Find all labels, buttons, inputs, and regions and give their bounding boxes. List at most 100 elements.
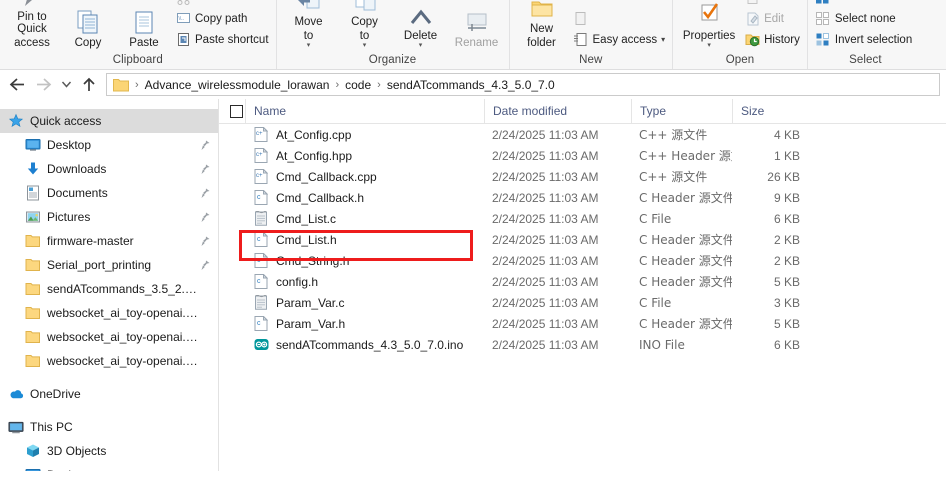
file-size-cell: 9 KB [773, 190, 800, 205]
chevron-down-icon[interactable]: ▾ [661, 35, 665, 44]
file-name-cell[interactable]: c+ At_Config.hpp [245, 148, 484, 164]
breadcrumb-root-folder[interactable] [111, 78, 131, 92]
sidebar-item-label: Pictures [47, 210, 91, 224]
table-row[interactable]: sendATcommands_4.3_5.0_7.0.ino 2/24/2025… [219, 334, 946, 355]
folder-icon [25, 233, 41, 249]
table-row[interactable]: c+ Cmd_Callback.cpp 2/24/2025 11:03 AM C… [219, 166, 946, 187]
sidebar-item-label: websocket_ai_toy-openai.ino [47, 354, 198, 368]
breadcrumb[interactable]: › Advance_wirelessmodule_lorawan › code … [106, 73, 940, 96]
chevron-down-icon[interactable]: ▾ [707, 42, 711, 49]
paste-shortcut-label: Paste shortcut [195, 33, 269, 46]
file-name-cell[interactable]: c Cmd_String.h [245, 253, 484, 269]
file-size-cell: 3 KB [773, 295, 800, 310]
table-row[interactable]: Param_Var.c 2/24/2025 11:03 AM C File 3 … [219, 292, 946, 313]
sidebar-item-websocket-ai-toy-openai-1[interactable]: websocket_ai_toy-openai.ino [0, 301, 218, 325]
select-all-checkbox[interactable] [219, 99, 245, 124]
table-row[interactable]: c+ At_Config.hpp 2/24/2025 11:03 AM C++ … [219, 145, 946, 166]
cut-button[interactable] [172, 0, 272, 8]
table-row[interactable]: c Cmd_List.h 2/24/2025 11:03 AM C Header… [219, 229, 946, 250]
open-with-button[interactable] [741, 0, 803, 8]
pin-to-quick-access-button[interactable]: Pin to Quick access [4, 0, 60, 50]
breadcrumb-sendatcommands[interactable]: sendATcommands_4.3_5.0_7.0 [385, 78, 557, 92]
invert-selection-button[interactable]: Invert selection [812, 29, 915, 50]
breadcrumb-code[interactable]: code [343, 78, 373, 92]
file-size-cell: 6 KB [773, 337, 800, 352]
column-header-type[interactable]: Type [631, 99, 732, 124]
copy-button[interactable]: Copy [60, 10, 116, 51]
select-none-label: Select none [834, 12, 896, 25]
table-row[interactable]: c+ At_Config.cpp 2/24/2025 11:03 AM C++ … [219, 124, 946, 145]
sidebar-item-downloads[interactable]: Downloads [0, 157, 218, 181]
file-name-cell[interactable]: Cmd_List.c [245, 211, 484, 227]
sidebar-item-websocket-ai-toy-openai-2[interactable]: websocket_ai_toy-openai.ino [0, 325, 218, 349]
sidebar-item-pictures[interactable]: Pictures [0, 205, 218, 229]
file-size-cell: 6 KB [773, 211, 800, 226]
file-name-cell[interactable]: c+ Cmd_Callback.cpp [245, 169, 484, 185]
up-button[interactable] [76, 73, 102, 97]
new-item-button[interactable] [570, 8, 669, 29]
table-row[interactable]: c Param_Var.h 2/24/2025 11:03 AM C Heade… [219, 313, 946, 334]
select-none-icon [815, 11, 831, 27]
forward-button[interactable] [30, 73, 56, 97]
select-all-button[interactable] [812, 0, 915, 8]
table-row[interactable]: Cmd_List.c 2/24/2025 11:03 AM C File 6 K… [219, 208, 946, 229]
sidebar-item-quick-access[interactable]: Quick access [0, 109, 218, 133]
file-date-cell: 2/24/2025 11:03 AM [492, 253, 599, 268]
column-header-label: Date modified [493, 104, 568, 118]
file-name-cell[interactable]: c Param_Var.h [245, 316, 484, 332]
table-row[interactable]: c Cmd_String.h 2/24/2025 11:03 AM C Head… [219, 250, 946, 271]
chevron-down-icon[interactable]: ▾ [363, 42, 367, 49]
file-name-cell[interactable]: Param_Var.c [245, 295, 484, 311]
column-header-size[interactable]: Size [732, 99, 822, 124]
paste-shortcut-button[interactable]: Paste shortcut [172, 29, 272, 50]
rename-button[interactable]: Rename [449, 10, 505, 51]
file-name-cell[interactable]: c config.h [245, 274, 484, 290]
file-name-cell[interactable]: c Cmd_Callback.h [245, 190, 484, 206]
pictures-icon [25, 209, 41, 225]
sidebar-item-websocket-ai-toy-openai-3[interactable]: websocket_ai_toy-openai.ino [0, 349, 218, 373]
file-name-label: Cmd_List.h [276, 232, 337, 247]
breadcrumb-advance-wirelessmodule-lorawan[interactable]: Advance_wirelessmodule_lorawan [143, 78, 332, 92]
sidebar-item-onedrive[interactable]: OneDrive [0, 382, 218, 406]
table-row[interactable]: c Cmd_Callback.h 2/24/2025 11:03 AM C He… [219, 187, 946, 208]
column-header-date-modified[interactable]: Date modified [484, 99, 631, 124]
sidebar-item-3d-objects[interactable]: 3D Objects [0, 439, 218, 463]
file-name-label: Cmd_List.c [276, 211, 337, 226]
column-header-name[interactable]: Name [245, 99, 484, 124]
edit-button[interactable]: Edit [741, 8, 803, 29]
downloads-icon [25, 161, 41, 177]
sidebar-item-firmware-master[interactable]: firmware-master [0, 229, 218, 253]
sidebar-item-label: Documents [47, 186, 108, 200]
table-row[interactable]: c config.h 2/24/2025 11:03 AM C Header 源… [219, 271, 946, 292]
copy-path-button[interactable]: \\.. Copy path [172, 8, 272, 29]
sidebar-item-serial-port-printing[interactable]: Serial_port_printing [0, 253, 218, 277]
sidebar-item-sendatcommands-3-5-2-8-2-4[interactable]: sendATcommands_3.5_2.8_2.4 [0, 277, 218, 301]
new-folder-button[interactable]: New folder [514, 0, 570, 50]
delete-icon [408, 3, 434, 29]
delete-button[interactable]: Delete ▾ [393, 3, 449, 51]
easy-access-button[interactable]: Easy access ▾ [570, 29, 669, 50]
properties-button[interactable]: Properties ▾ [677, 2, 741, 51]
sidebar-divider [0, 406, 218, 415]
file-name-cell[interactable]: sendATcommands_4.3_5.0_7.0.ino [245, 337, 484, 353]
chevron-down-icon[interactable]: ▾ [419, 42, 423, 49]
paste-button[interactable]: Paste [116, 10, 172, 51]
back-button[interactable] [4, 73, 30, 97]
sidebar-item-this-pc[interactable]: This PC [0, 415, 218, 439]
copy-path-label: Copy path [195, 12, 248, 25]
file-name-cell[interactable]: c+ At_Config.cpp [245, 127, 484, 143]
move-to-button[interactable]: Move to ▾ [281, 0, 337, 50]
checkbox-box [229, 104, 243, 118]
sidebar-item-label: 3D Objects [47, 444, 107, 458]
select-none-button[interactable]: Select none [812, 8, 915, 29]
sidebar-item-desktop[interactable]: Desktop [0, 133, 218, 157]
sidebar-item-documents[interactable]: Documents [0, 181, 218, 205]
chevron-down-icon[interactable]: ▾ [307, 42, 311, 49]
file-type-cell: C Header 源文件 [639, 233, 732, 247]
recent-locations-button[interactable] [56, 73, 76, 97]
history-button[interactable]: History [741, 29, 803, 50]
copy-to-button[interactable]: Copy to ▾ [337, 0, 393, 50]
file-name-cell[interactable]: c Cmd_List.h [245, 232, 484, 248]
invert-selection-label: Invert selection [834, 33, 913, 46]
sidebar-item-desktop-pc[interactable]: Desktop [0, 463, 218, 471]
